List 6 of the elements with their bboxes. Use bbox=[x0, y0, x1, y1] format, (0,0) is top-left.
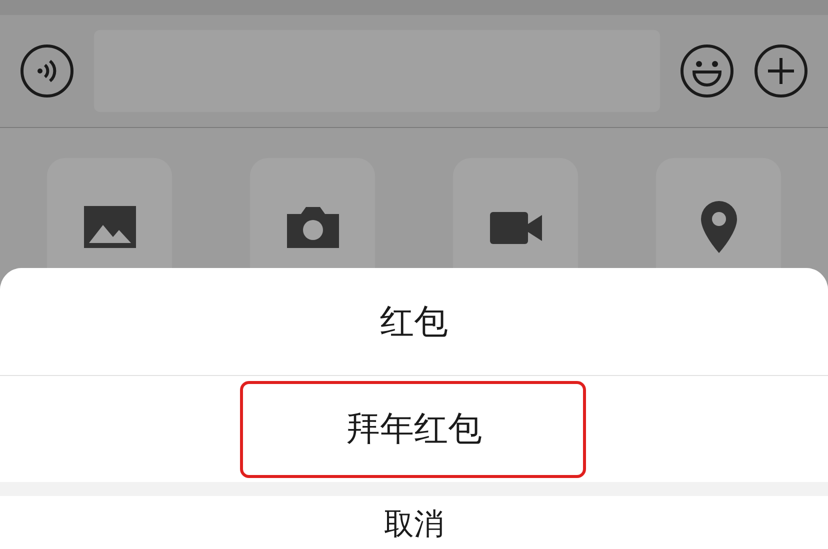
sheet-option[interactable]: 拜年红包 bbox=[0, 375, 828, 482]
emoji-icon[interactable] bbox=[680, 44, 734, 98]
cancel-button[interactable]: 取消 bbox=[0, 496, 828, 549]
sheet-option[interactable]: 红包 bbox=[0, 268, 828, 375]
voice-icon[interactable] bbox=[20, 44, 74, 98]
add-icon[interactable] bbox=[754, 44, 808, 98]
